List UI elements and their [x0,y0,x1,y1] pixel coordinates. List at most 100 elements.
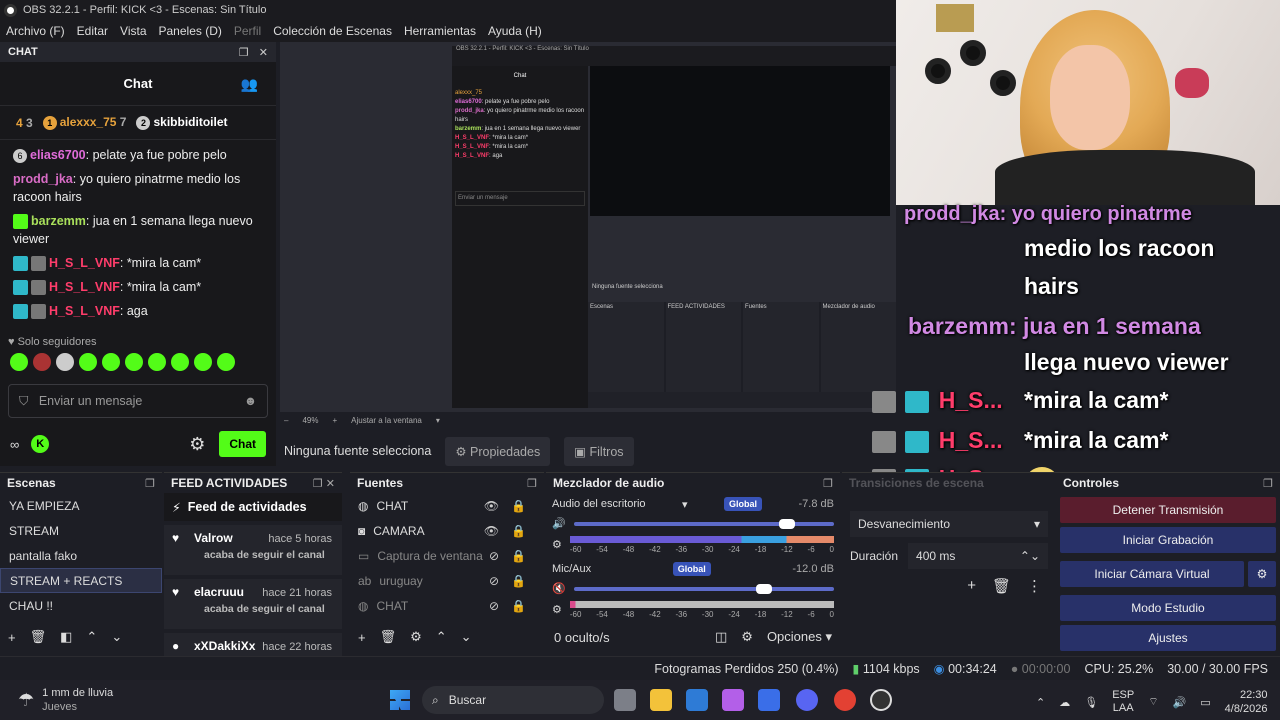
scene-item[interactable]: CHAU !! [0,593,162,618]
transition-select[interactable]: Desvanecimiento ▾ [850,511,1048,537]
filters-button[interactable]: ▣ Filtros [564,436,634,466]
start-recording-button[interactable]: Iniciar Grabación [1060,527,1276,553]
chat-send-button[interactable]: Chat [219,431,266,457]
mic-icon[interactable]: 🎙 [1084,696,1098,709]
user-settings-icon[interactable]: 👥 [241,76,258,93]
properties-button[interactable]: ⚙ Propiedades [445,436,551,466]
up-icon[interactable]: ⌃ [86,629,97,645]
taskbar-search[interactable]: ⌕ Buscar [422,686,604,714]
settings-button[interactable]: Ajustes [1060,625,1276,651]
wifi-icon[interactable]: ⌔ [1148,695,1158,709]
gear-icon[interactable]: ⚙ [1248,561,1276,587]
fit-window[interactable]: Ajustar a la ventana [351,416,422,425]
scene-item[interactable]: YA EMPIEZA [0,493,162,518]
file-explorer-icon[interactable] [650,689,672,711]
down-icon[interactable]: ⌄ [461,629,472,645]
emote-icon[interactable] [102,353,120,371]
settings-icon[interactable]: ⚙ [552,538,562,551]
zoom-out-button[interactable]: – [284,416,288,425]
store-icon[interactable] [686,689,708,711]
scene-item[interactable]: STREAM [0,518,162,543]
weather-widget[interactable]: 1 mm de lluvia Jueves [42,686,113,714]
down-icon[interactable]: ⌄ [111,629,122,645]
emote-icon[interactable] [194,353,212,371]
undock-icon[interactable]: ❐ ✕ [313,477,335,490]
menu-editar[interactable]: Editar [71,24,114,38]
duration-input[interactable]: 400 ms ⌃⌄ [908,543,1048,569]
chevron-down-icon[interactable]: ▾ [682,498,688,511]
language-indicator[interactable]: ESP LAA [1112,689,1134,715]
filter-icon[interactable]: ◧ [60,629,72,645]
scene-item-selected[interactable]: STREAM + REACTS [0,568,162,593]
emote-icon[interactable] [125,353,143,371]
outlook-icon[interactable] [758,689,780,711]
battery-icon[interactable]: ▭ [1200,696,1210,709]
undock-icon[interactable]: ❐ [239,46,249,59]
chevron-down-icon[interactable]: ▾ [436,416,440,425]
volume-slider[interactable] [573,583,834,594]
leader-2[interactable]: 2 skibbiditoilet [136,115,228,130]
scene-item[interactable]: pantalla fako [0,543,162,568]
link-icon[interactable]: ∞ [10,437,19,452]
kick-logo-icon[interactable]: K [31,435,50,453]
menu-vista[interactable]: Vista [114,24,152,38]
undock-icon[interactable]: ❐ [527,477,537,490]
source-item[interactable]: ab uruguay ⊘ 🔒 [350,568,544,593]
leader-1[interactable]: 1 alexxx_75 7 [42,115,126,130]
layout-icon[interactable]: ◫ [715,629,727,645]
add-icon[interactable]: + [8,630,16,645]
menu-herramientas[interactable]: Herramientas [398,24,482,38]
menu-perfil[interactable]: Perfil [228,24,267,38]
zoom-in-button[interactable]: + [332,416,337,425]
menu-ayuda[interactable]: Ayuda (H) [482,24,548,38]
emote-icon[interactable] [10,353,28,371]
emoji-icon[interactable]: ☻ [244,394,257,408]
menu-archivo[interactable]: Archivo (F) [0,24,71,38]
up-icon[interactable]: ⌃ [436,629,447,645]
gear-icon[interactable]: ⚙ [189,434,205,455]
task-view-icon[interactable] [614,689,636,711]
source-item[interactable]: ▭ Captura de ventana ⊘ 🔒 [350,543,544,568]
weather-icon[interactable]: ☂ [18,690,34,711]
undock-icon[interactable]: ❐ [145,477,155,490]
speaker-icon[interactable]: 🔊 [552,517,566,530]
stop-stream-button[interactable]: Detener Transmisión [1060,497,1276,523]
virtual-camera-button[interactable]: Iniciar Cámara Virtual [1060,561,1244,587]
mute-icon[interactable]: 🔇 [552,582,566,595]
studio-mode-button[interactable]: Modo Estudio [1060,595,1276,621]
emote-icon[interactable] [56,353,74,371]
emote-icon[interactable] [79,353,97,371]
source-item[interactable]: ◍ CHAT ⊘ 🔒 [350,593,544,618]
discord-icon[interactable] [796,689,818,711]
gear-icon[interactable]: ⚙ [410,629,422,645]
undock-icon[interactable]: ❐ [1263,477,1273,490]
undock-icon[interactable]: ❐ [823,477,833,490]
chevron-up-icon[interactable]: ⌃ [1036,696,1045,709]
source-item[interactable]: ◙ CAMARA 👁 🔒 [350,518,544,543]
emote-icon[interactable] [171,353,189,371]
chat-input[interactable]: ⛉ Enviar un mensaje ☻ [8,384,268,418]
add-icon[interactable]: + [967,577,976,595]
emote-icon[interactable] [148,353,166,371]
menu-coleccion[interactable]: Colección de Escenas [267,24,398,38]
close-icon[interactable]: ✕ [259,46,268,59]
trash-icon[interactable]: 🗑 [380,629,397,645]
more-icon[interactable]: ⋮ [1027,577,1042,595]
settings-icon[interactable]: ⚙ [552,603,562,616]
obs-icon[interactable] [870,689,892,711]
chrome-icon[interactable] [834,689,856,711]
volume-icon[interactable]: 🔊 [1173,696,1187,709]
cloud-icon[interactable]: ☁ [1059,696,1070,709]
add-icon[interactable]: + [358,630,366,645]
emote-icon[interactable] [217,353,235,371]
options-button[interactable]: Opciones ▾ [767,629,832,645]
emote-icon[interactable] [33,353,51,371]
clock[interactable]: 22:30 4/8/2026 [1225,688,1268,716]
trash-icon[interactable]: 🗑 [992,577,1011,595]
source-item[interactable]: ◍ CHAT 👁 🔒 [350,493,544,518]
gear-icon[interactable]: ⚙ [741,629,753,645]
menu-paneles[interactable]: Paneles (D) [153,24,228,38]
volume-slider[interactable] [573,518,834,529]
trash-icon[interactable]: 🗑 [30,629,47,645]
copilot-icon[interactable] [722,689,744,711]
